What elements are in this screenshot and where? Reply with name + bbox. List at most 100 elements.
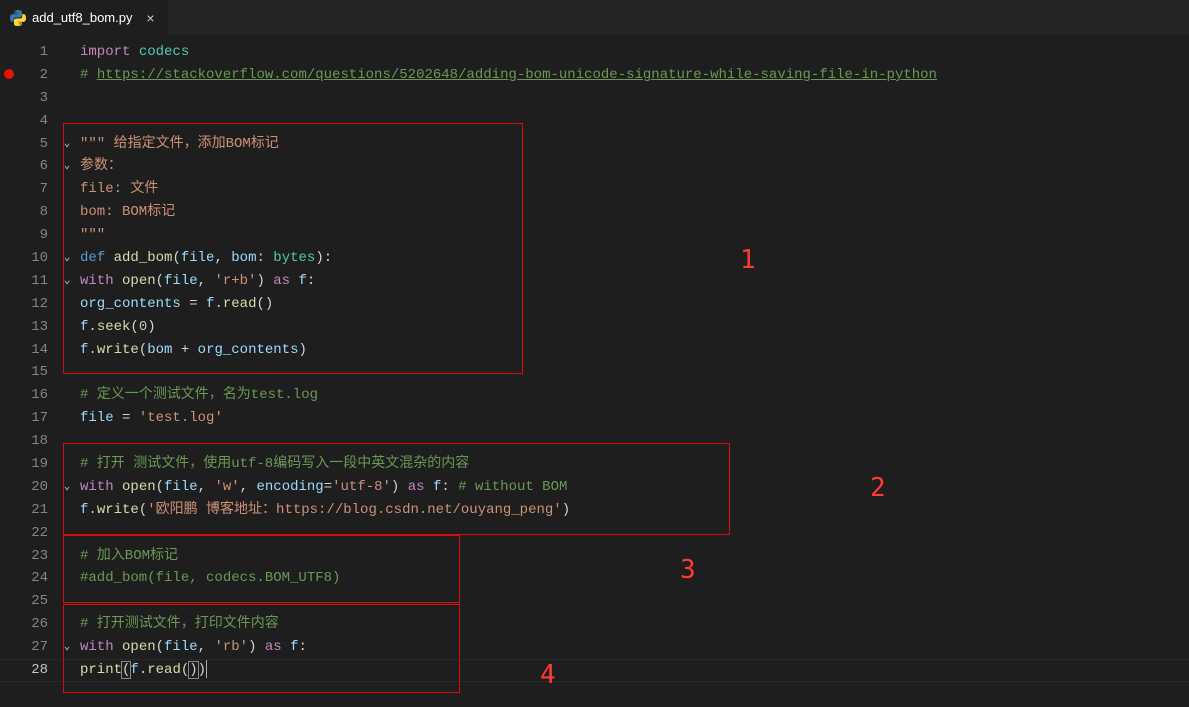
code-line[interactable]: 3 bbox=[0, 87, 1189, 110]
code-text: # 加入BOM标记 bbox=[76, 545, 1189, 568]
fold-toggle bbox=[58, 384, 76, 407]
fold-toggle[interactable]: ⌄ bbox=[58, 247, 76, 270]
line-number: 12 bbox=[0, 293, 58, 316]
fold-toggle bbox=[58, 64, 76, 87]
line-number: 5 bbox=[0, 133, 58, 156]
code-text bbox=[76, 87, 1189, 110]
code-line[interactable]: 17 file = 'test.log' bbox=[0, 407, 1189, 430]
code-text: 参数： bbox=[76, 155, 1189, 178]
code-text: # 定义一个测试文件，名为test.log bbox=[76, 384, 1189, 407]
fold-toggle[interactable]: ⌄ bbox=[58, 270, 76, 293]
fold-toggle bbox=[58, 361, 76, 384]
line-number: 16 bbox=[0, 384, 58, 407]
code-text: org_contents = f.read() bbox=[76, 293, 1189, 316]
code-line[interactable]: 19 # 打开 测试文件，使用utf-8编码写入一段中英文混杂的内容 bbox=[0, 453, 1189, 476]
line-number: 13 bbox=[0, 316, 58, 339]
code-line[interactable]: 10⌄def add_bom(file, bom: bytes): bbox=[0, 247, 1189, 270]
line-number: 17 bbox=[0, 407, 58, 430]
line-number: 11 bbox=[0, 270, 58, 293]
code-line[interactable]: 16 # 定义一个测试文件，名为test.log bbox=[0, 384, 1189, 407]
code-line[interactable]: 2 # https://stackoverflow.com/questions/5… bbox=[0, 64, 1189, 87]
code-line[interactable]: 15 bbox=[0, 361, 1189, 384]
code-line[interactable]: 18 bbox=[0, 430, 1189, 453]
tab-active[interactable]: add_utf8_bom.py × bbox=[0, 0, 168, 35]
code-line[interactable]: 22 bbox=[0, 522, 1189, 545]
line-number: 9 bbox=[0, 224, 58, 247]
line-number: 14 bbox=[0, 339, 58, 362]
code-line[interactable]: 11⌄ with open(file, 'r+b') as f: bbox=[0, 270, 1189, 293]
line-number: 26 bbox=[0, 613, 58, 636]
code-text: def add_bom(file, bom: bytes): bbox=[76, 247, 1189, 270]
fold-toggle bbox=[58, 224, 76, 247]
fold-toggle bbox=[58, 407, 76, 430]
fold-toggle bbox=[58, 590, 76, 613]
fold-toggle bbox=[58, 178, 76, 201]
line-number: 19 bbox=[0, 453, 58, 476]
fold-toggle bbox=[58, 522, 76, 545]
fold-toggle bbox=[58, 293, 76, 316]
line-number: 6 bbox=[0, 155, 58, 178]
code-line[interactable]: 5⌄""" 给指定文件，添加BOM标记 bbox=[0, 133, 1189, 156]
line-number: 25 bbox=[0, 590, 58, 613]
current-line-highlight bbox=[0, 659, 1189, 682]
code-line[interactable]: 13 f.seek(0) bbox=[0, 316, 1189, 339]
code-text: #add_bom(file, codecs.BOM_UTF8) bbox=[76, 567, 1189, 590]
fold-toggle bbox=[58, 613, 76, 636]
code-line[interactable]: 9""" bbox=[0, 224, 1189, 247]
fold-toggle bbox=[58, 499, 76, 522]
line-number: 18 bbox=[0, 430, 58, 453]
fold-toggle[interactable]: ⌄ bbox=[58, 636, 76, 659]
line-number: 15 bbox=[0, 361, 58, 384]
fold-toggle bbox=[58, 430, 76, 453]
code-text bbox=[76, 110, 1189, 133]
line-number: 10 bbox=[0, 247, 58, 270]
python-file-icon bbox=[10, 10, 26, 26]
code-text: bom: BOM标记 bbox=[76, 201, 1189, 224]
code-text: with open(file, 'rb') as f: bbox=[76, 636, 1189, 659]
code-text: # 打开测试文件，打印文件内容 bbox=[76, 613, 1189, 636]
code-line[interactable]: 27⌄with open(file, 'rb') as f: bbox=[0, 636, 1189, 659]
code-line[interactable]: 26 # 打开测试文件，打印文件内容 bbox=[0, 613, 1189, 636]
fold-toggle bbox=[58, 41, 76, 64]
code-line[interactable]: 21 f.write('欧阳鹏 博客地址：https://blog.csdn.n… bbox=[0, 499, 1189, 522]
fold-toggle bbox=[58, 201, 76, 224]
line-number: 23 bbox=[0, 545, 58, 568]
code-text bbox=[76, 590, 1189, 613]
fold-toggle bbox=[58, 87, 76, 110]
tab-bar: add_utf8_bom.py × bbox=[0, 0, 1189, 35]
fold-toggle[interactable]: ⌄ bbox=[58, 476, 76, 499]
code-line[interactable]: 12 org_contents = f.read() bbox=[0, 293, 1189, 316]
fold-toggle bbox=[58, 316, 76, 339]
line-number: 2 bbox=[0, 64, 58, 87]
code-text: file = 'test.log' bbox=[76, 407, 1189, 430]
code-line[interactable]: 1import codecs bbox=[0, 41, 1189, 64]
fold-toggle[interactable]: ⌄ bbox=[58, 155, 76, 178]
code-line[interactable]: 7 file: 文件 bbox=[0, 178, 1189, 201]
code-line[interactable]: 8 bom: BOM标记 bbox=[0, 201, 1189, 224]
line-number: 1 bbox=[0, 41, 58, 64]
code-line[interactable]: 14 f.write(bom + org_contents) bbox=[0, 339, 1189, 362]
line-number: 27 bbox=[0, 636, 58, 659]
code-text: # https://stackoverflow.com/questions/52… bbox=[76, 64, 1189, 87]
code-line[interactable]: 4 bbox=[0, 110, 1189, 133]
code-text: f.seek(0) bbox=[76, 316, 1189, 339]
code-editor[interactable]: 1import codecs2 # https://stackoverflow.c… bbox=[0, 35, 1189, 707]
code-line[interactable]: 23 # 加入BOM标记 bbox=[0, 545, 1189, 568]
code-line[interactable]: 25 bbox=[0, 590, 1189, 613]
line-number: 24 bbox=[0, 567, 58, 590]
code-text: # 打开 测试文件，使用utf-8编码写入一段中英文混杂的内容 bbox=[76, 453, 1189, 476]
line-number: 21 bbox=[0, 499, 58, 522]
fold-toggle bbox=[58, 567, 76, 590]
fold-toggle bbox=[58, 339, 76, 362]
line-number: 20 bbox=[0, 476, 58, 499]
line-number: 3 bbox=[0, 87, 58, 110]
code-line[interactable]: 20⌄with open(file, 'w', encoding='utf-8'… bbox=[0, 476, 1189, 499]
fold-toggle[interactable]: ⌄ bbox=[58, 133, 76, 156]
line-number: 7 bbox=[0, 178, 58, 201]
code-text bbox=[76, 522, 1189, 545]
close-icon[interactable]: × bbox=[142, 10, 158, 26]
code-line[interactable]: 24 #add_bom(file, codecs.BOM_UTF8) bbox=[0, 567, 1189, 590]
fold-toggle bbox=[58, 545, 76, 568]
line-number: 4 bbox=[0, 110, 58, 133]
code-line[interactable]: 6⌄ 参数： bbox=[0, 155, 1189, 178]
